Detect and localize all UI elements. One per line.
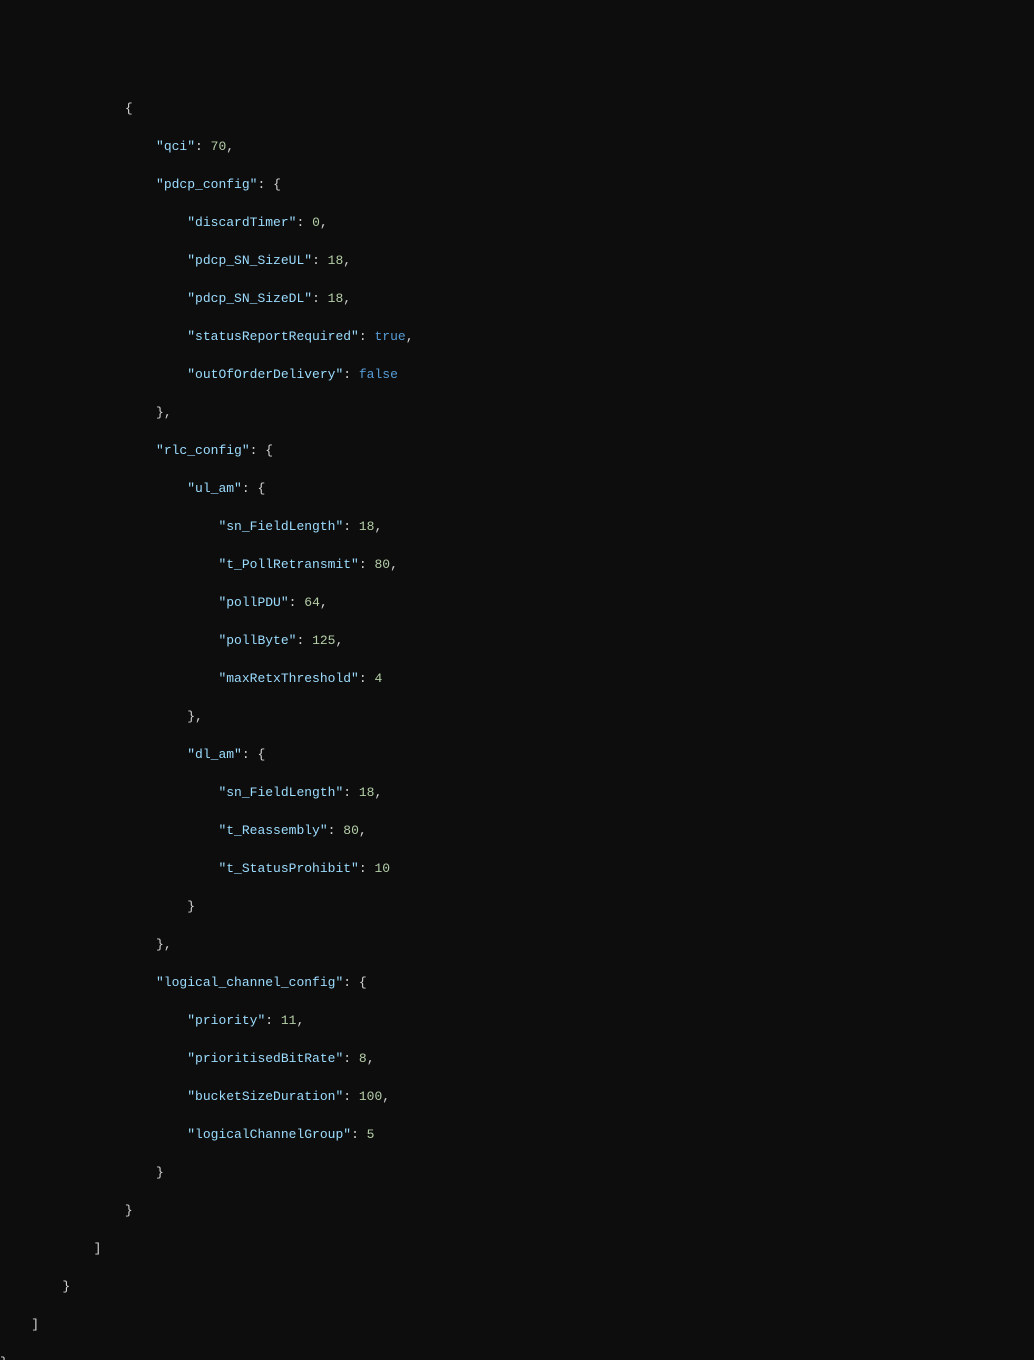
- code-line: "sn_FieldLength": 18,: [0, 517, 1034, 536]
- code-line: }: [0, 1201, 1034, 1220]
- code-line: "t_Reassembly": 80,: [0, 821, 1034, 840]
- code-line: "t_PollRetransmit": 80,: [0, 555, 1034, 574]
- code-line: "logical_channel_config": {: [0, 973, 1034, 992]
- code-line: },: [0, 707, 1034, 726]
- code-line: "rlc_config": {: [0, 441, 1034, 460]
- code-line: ]: [0, 1239, 1034, 1258]
- code-line: },: [0, 403, 1034, 422]
- code-line: ]: [0, 1315, 1034, 1334]
- code-line: "ul_am": {: [0, 479, 1034, 498]
- code-line: "t_StatusProhibit": 10: [0, 859, 1034, 878]
- code-line: "sn_FieldLength": 18,: [0, 783, 1034, 802]
- code-line: "discardTimer": 0,: [0, 213, 1034, 232]
- code-line: "pdcp_config": {: [0, 175, 1034, 194]
- code-line: {: [0, 99, 1034, 118]
- code-block: { "qci": 70, "pdcp_config": { "discardTi…: [0, 76, 1034, 1360]
- code-line: "priority": 11,: [0, 1011, 1034, 1030]
- code-line: }: [0, 1163, 1034, 1182]
- code-line: "qci": 70,: [0, 137, 1034, 156]
- code-line: "pdcp_SN_SizeDL": 18,: [0, 289, 1034, 308]
- code-line: "pollByte": 125,: [0, 631, 1034, 650]
- code-line: "dl_am": {: [0, 745, 1034, 764]
- code-line: "prioritisedBitRate": 8,: [0, 1049, 1034, 1068]
- code-line: "bucketSizeDuration": 100,: [0, 1087, 1034, 1106]
- code-line: "pollPDU": 64,: [0, 593, 1034, 612]
- code-line: "logicalChannelGroup": 5: [0, 1125, 1034, 1144]
- code-line: },: [0, 935, 1034, 954]
- code-line: }: [0, 1353, 1034, 1360]
- code-line: "statusReportRequired": true,: [0, 327, 1034, 346]
- code-line: "pdcp_SN_SizeUL": 18,: [0, 251, 1034, 270]
- code-line: "maxRetxThreshold": 4: [0, 669, 1034, 688]
- code-line: }: [0, 1277, 1034, 1296]
- code-line: }: [0, 897, 1034, 916]
- code-line: "outOfOrderDelivery": false: [0, 365, 1034, 384]
